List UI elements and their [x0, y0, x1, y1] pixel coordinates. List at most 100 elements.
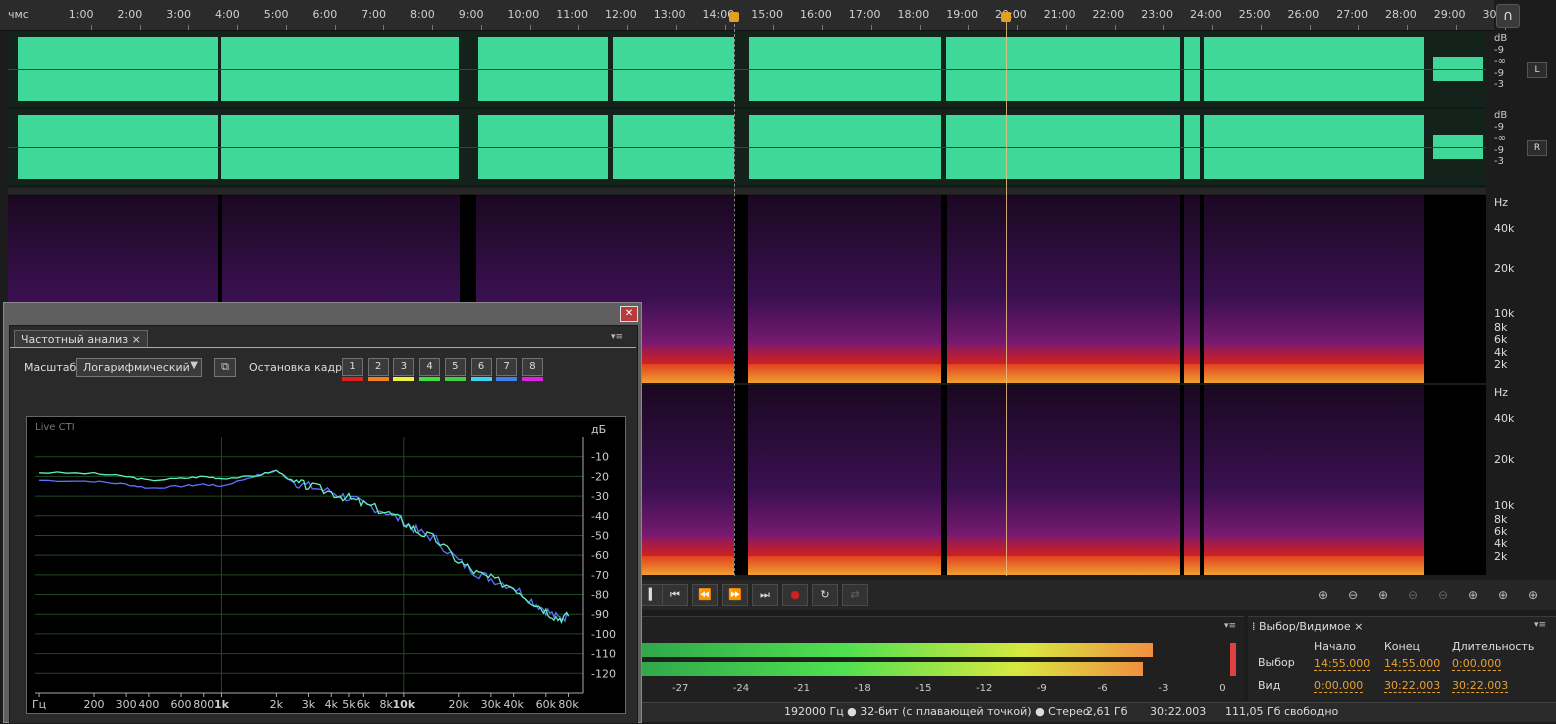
record-button[interactable]: ● — [782, 584, 808, 606]
zoom-full-icon[interactable]: ⊕ — [1522, 585, 1544, 605]
x-axis-label: 2k — [270, 698, 284, 711]
y-axis-label: -40 — [591, 510, 609, 523]
x-axis-label: 800 — [193, 698, 214, 711]
hz-scale-label: 40k — [1494, 412, 1515, 426]
x-axis-label: 600 — [170, 698, 191, 711]
level-meter-bar-left — [640, 643, 1153, 657]
ruler-tick-mark — [870, 25, 872, 30]
selection-duration-value[interactable]: 0:00.000 — [1452, 657, 1502, 671]
scale-dropdown-value: Логарифмический — [83, 361, 190, 374]
view-start-value[interactable]: 0:00.000 — [1314, 679, 1364, 693]
timeline-ruler[interactable]: чмс 1:00 2:00 3:00 4:00 5:00 6:00 7:00 8:00 9:00 1… — [0, 0, 1514, 31]
ruler-tick-label: 23:00 — [1141, 8, 1173, 21]
view-duration-value[interactable]: 30:22.003 — [1452, 679, 1509, 693]
waveform-right-channel[interactable] — [8, 109, 1486, 185]
db-scale-label: -3 — [1494, 156, 1504, 167]
frame-button-5[interactable]: 5 — [444, 358, 466, 376]
ruler-tick-label: 24:00 — [1190, 8, 1222, 21]
frame-button-7[interactable]: 7 — [496, 358, 518, 376]
frame-button-3[interactable]: 3 — [393, 358, 415, 376]
frequency-analysis-window[interactable]: ✕ Частотный анализ × ▾≡ Масштаб: Логариф… — [3, 302, 642, 724]
close-tab-icon[interactable]: × — [1354, 620, 1363, 633]
selection-view-panel: ⁞ Выбор/Видимое × ▾≡ Начало Конец Длител… — [1248, 616, 1556, 703]
level-meter-bar-right — [640, 662, 1143, 676]
channel-left-button[interactable]: L — [1527, 62, 1547, 78]
view-splitter[interactable] — [8, 188, 1486, 194]
close-tab-icon[interactable]: × — [132, 333, 141, 346]
channel-right-button[interactable]: R — [1527, 140, 1547, 156]
x-axis-label: 5k — [342, 698, 356, 711]
frame-button-8[interactable]: 8 — [521, 358, 543, 376]
frame-button-2[interactable]: 2 — [367, 358, 389, 376]
frequency-graph-svg: дБ -10 -20 -30 -40 -50 -60 -70 -80 -90 -100 -110 -12… — [32, 423, 616, 711]
db-scale-label: -9 — [1494, 121, 1504, 133]
hz-scale-label: 6k — [1494, 525, 1508, 539]
ruler-tick-mark — [919, 25, 921, 30]
zoom-in-amplitude-icon[interactable]: ⊕ — [1312, 585, 1334, 605]
frequency-analysis-tab[interactable]: Частотный анализ × — [14, 330, 148, 348]
hz-scale-label: Hz — [1494, 386, 1509, 399]
loop-playback-button[interactable]: ↻ — [812, 584, 838, 606]
x-axis-label: 60k — [536, 698, 557, 711]
ruler-tick-label: 25:00 — [1238, 8, 1271, 21]
ruler-tick-label: 11:00 — [556, 8, 588, 21]
status-duration: 30:22.003 — [1150, 705, 1207, 718]
selection-start-value[interactable]: 14:55.000 — [1314, 657, 1371, 671]
frame-button-6[interactable]: 6 — [470, 358, 492, 376]
clip-indicator[interactable] — [1230, 643, 1236, 676]
zoom-in-time-icon[interactable]: ⊕ — [1372, 585, 1394, 605]
zoom-out-amplitude-icon[interactable]: ⊖ — [1342, 585, 1364, 605]
copy-icon[interactable]: ⧉ — [214, 358, 236, 377]
x-axis-label: 10k — [393, 698, 416, 711]
selection-end-value[interactable]: 14:55.000 — [1384, 657, 1441, 671]
scale-dropdown[interactable]: Логарифмический ▼ — [76, 358, 202, 377]
column-duration: Длительность — [1452, 640, 1535, 653]
waveform-display[interactable] — [8, 31, 1486, 187]
ruler-tick-label: 4:00 — [215, 8, 240, 21]
skip-button[interactable]: ⇄ — [842, 584, 868, 606]
zoom-in-selection-icon[interactable]: ⊕ — [1462, 585, 1484, 605]
go-to-end-button[interactable]: ⏭ — [752, 584, 778, 606]
frequency-graph[interactable]: дБ -10 -20 -30 -40 -50 -60 -70 -80 -90 -100 -110 -12… — [26, 416, 626, 714]
zoom-out-time-icon[interactable]: ⊖ — [1402, 585, 1424, 605]
frame-button-1[interactable]: 1 — [342, 358, 363, 376]
rewind-button[interactable]: ⏪ — [692, 584, 718, 606]
ruler-tick-mark — [1212, 25, 1213, 30]
status-size: 2,61 Гб — [1086, 705, 1128, 718]
ruler-tick-mark — [822, 25, 823, 30]
panel-menu-icon[interactable]: ▾≡ — [1534, 620, 1546, 630]
ruler-tick-mark — [90, 25, 92, 30]
cursor-marker-icon[interactable] — [729, 12, 739, 22]
x-axis-label: 200 — [83, 698, 104, 711]
ruler-tick-mark — [480, 25, 482, 30]
headphones-icon[interactable]: ∩ — [1496, 4, 1520, 28]
y-axis-label: -70 — [591, 569, 609, 582]
chevron-down-icon: ▼ — [190, 360, 198, 371]
row-selection-label: Выбор — [1258, 656, 1295, 669]
ruler-tick-label: 26:00 — [1287, 8, 1320, 21]
ruler-tick-label: 3:00 — [166, 8, 191, 21]
fast-forward-button[interactable]: ⏩ — [722, 584, 748, 606]
panel-menu-icon[interactable]: ▾≡ — [1224, 621, 1238, 631]
panel-tab[interactable]: ⁞ Выбор/Видимое × — [1252, 620, 1363, 633]
window-close-button[interactable]: ✕ — [620, 306, 638, 322]
ruler-tick-label: 21:00 — [1043, 8, 1076, 21]
view-end-value[interactable]: 30:22.003 — [1384, 679, 1441, 693]
selection-cursor-line[interactable] — [734, 14, 735, 576]
ruler-tick-mark — [237, 25, 238, 30]
playhead-marker-icon[interactable] — [1001, 12, 1011, 22]
zoom-to-selection-icon[interactable]: ⊕ — [1492, 585, 1514, 605]
ruler-tick-label: 2:00 — [117, 8, 143, 21]
playhead-line[interactable] — [1006, 14, 1007, 576]
zoom-out-full-icon[interactable]: ⊖ — [1432, 585, 1454, 605]
meter-scale-label: -6 — [1097, 683, 1108, 694]
panel-menu-icon[interactable]: ▾≡ — [611, 332, 623, 342]
frame-button-4[interactable]: 4 — [419, 358, 441, 376]
meter-scale-label: -15 — [915, 683, 932, 694]
ruler-tick-label: 9:00 — [458, 8, 484, 21]
go-to-start-button[interactable]: ⏮ — [662, 584, 688, 606]
ruler-tick-mark — [1455, 25, 1457, 30]
ruler-tick-label: 15:00 — [751, 8, 783, 21]
panel-grip-icon: ⁞ — [1252, 620, 1259, 633]
waveform-left-channel[interactable] — [8, 31, 1486, 107]
